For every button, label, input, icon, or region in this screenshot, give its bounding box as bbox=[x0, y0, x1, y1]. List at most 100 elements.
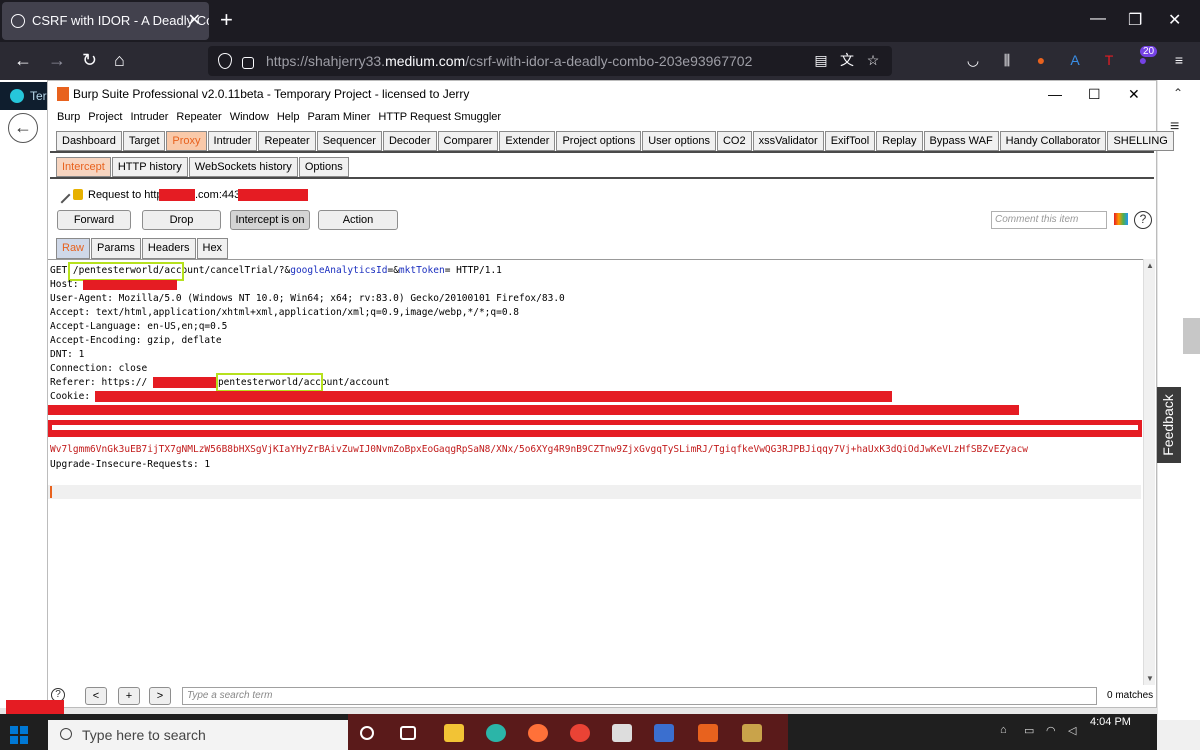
scroll-down-icon[interactable]: ▼ bbox=[1146, 674, 1154, 683]
extension-t-icon[interactable]: T bbox=[1100, 51, 1118, 69]
home-icon[interactable]: ⌂ bbox=[114, 50, 125, 70]
forward-arrow-icon[interactable]: → bbox=[48, 50, 66, 70]
tab-repeater[interactable]: Repeater bbox=[258, 131, 316, 151]
forward-button[interactable]: Forward bbox=[57, 210, 131, 230]
reader-view-icon[interactable]: ▤ bbox=[812, 51, 830, 69]
translate-icon[interactable]: 文 bbox=[838, 51, 856, 69]
tab-http-history[interactable]: HTTP history bbox=[111, 157, 188, 177]
tab-exiftool[interactable]: ExifTool bbox=[824, 131, 876, 151]
taskbar-search[interactable]: Type here to search bbox=[48, 720, 348, 750]
tray-wifi-icon[interactable]: ◠ bbox=[1046, 724, 1056, 737]
browser-tab[interactable]: CSRF with IDOR - A Deadly Con ✕ bbox=[2, 2, 209, 40]
page-scrollbar-thumb[interactable] bbox=[1183, 318, 1200, 354]
chrome-icon[interactable] bbox=[570, 724, 590, 742]
burp-close-icon[interactable]: ✕ bbox=[1128, 81, 1140, 107]
url-bar[interactable]: https://shahjerry33.medium.com/csrf-with… bbox=[208, 46, 892, 76]
pencil-icon bbox=[53, 186, 71, 204]
tab-params[interactable]: Params bbox=[91, 238, 141, 259]
page-back-icon[interactable]: ← bbox=[8, 113, 38, 143]
tab-dashboard[interactable]: Dashboard bbox=[56, 131, 122, 151]
close-tab-icon[interactable]: ✕ bbox=[188, 2, 201, 40]
burp-maximize-icon[interactable]: ☐ bbox=[1088, 81, 1101, 107]
tab-options[interactable]: Options bbox=[298, 157, 349, 177]
tab-shelling[interactable]: SHELLING bbox=[1107, 131, 1174, 151]
editor-scrollbar[interactable]: ▲ ▼ bbox=[1143, 259, 1155, 685]
menu-hamburger-icon[interactable]: ≡ bbox=[1170, 51, 1188, 69]
library-icon[interactable]: ⫼ bbox=[998, 51, 1016, 69]
request-editor[interactable]: GET /pentesterworld/account/cancelTrial/… bbox=[48, 259, 1146, 685]
intercept-toggle-button[interactable]: Intercept is on bbox=[230, 210, 310, 230]
tab-headers[interactable]: Headers bbox=[141, 238, 196, 259]
search-input[interactable]: Type a search term bbox=[182, 687, 1097, 705]
extension-translate-icon[interactable]: A bbox=[1066, 51, 1084, 69]
menu-burp[interactable]: Burp bbox=[57, 107, 80, 127]
search-next-button[interactable]: > bbox=[149, 687, 171, 705]
chevron-up-icon[interactable]: ⌃ bbox=[1173, 86, 1183, 100]
tab-intercept[interactable]: Intercept bbox=[56, 157, 111, 177]
menu-intruder[interactable]: Intruder bbox=[131, 107, 169, 127]
cortana-icon[interactable] bbox=[360, 726, 374, 740]
action-button[interactable]: Action bbox=[318, 210, 398, 230]
tab-decoder[interactable]: Decoder bbox=[382, 131, 437, 151]
extension-fox-icon[interactable]: ● bbox=[1032, 51, 1050, 69]
tray-battery-icon[interactable]: ▭ bbox=[1024, 724, 1034, 737]
shield-icon[interactable] bbox=[218, 53, 232, 69]
tab-user-options[interactable]: User options bbox=[642, 131, 716, 151]
tab-co2[interactable]: CO2 bbox=[716, 131, 752, 151]
pocket-icon[interactable]: ◡ bbox=[964, 51, 982, 69]
menu-repeater[interactable]: Repeater bbox=[176, 107, 221, 127]
menu-http-request-smuggler[interactable]: HTTP Request Smuggler bbox=[378, 107, 501, 127]
minimize-icon[interactable]: — bbox=[1090, 10, 1106, 28]
menu-project[interactable]: Project bbox=[88, 107, 122, 127]
tab-handy-collaborator[interactable]: Handy Collaborator bbox=[999, 131, 1107, 151]
editor-cursor-line[interactable] bbox=[48, 485, 1141, 499]
comment-input[interactable]: Comment this item bbox=[991, 211, 1107, 229]
tab-target[interactable]: Target bbox=[122, 131, 166, 151]
burp-minimize-icon[interactable]: — bbox=[1048, 81, 1062, 107]
tray-network-icon[interactable]: ⌂ bbox=[1000, 724, 1007, 736]
restore-icon[interactable]: ❐ bbox=[1128, 10, 1142, 30]
tab-extender[interactable]: Extender bbox=[499, 131, 556, 151]
edge-icon[interactable] bbox=[486, 724, 506, 742]
menu-help[interactable]: Help bbox=[277, 107, 300, 127]
proxy-tab-bar: Intercept HTTP history WebSockets history O… bbox=[56, 157, 350, 177]
reload-icon[interactable]: ↻ bbox=[82, 50, 97, 70]
notepad-icon[interactable] bbox=[612, 724, 632, 742]
highlight-color-icon[interactable] bbox=[1114, 213, 1128, 225]
window-close-icon[interactable]: ✕ bbox=[1168, 10, 1181, 30]
feedback-button[interactable]: Feedback bbox=[1155, 387, 1181, 463]
redacted-host bbox=[159, 189, 195, 201]
windows-start-icon[interactable] bbox=[10, 726, 28, 744]
tab-raw[interactable]: Raw bbox=[56, 238, 91, 259]
firefox-icon[interactable] bbox=[528, 724, 548, 742]
page-scroll-corner bbox=[1157, 720, 1200, 750]
file-explorer-icon[interactable] bbox=[444, 724, 464, 742]
search-prev-button[interactable]: < bbox=[85, 687, 107, 705]
menu-window[interactable]: Window bbox=[230, 107, 269, 127]
help-icon[interactable]: ? bbox=[1134, 211, 1152, 229]
paint-icon[interactable] bbox=[742, 724, 762, 742]
burp-taskbar-icon[interactable] bbox=[698, 724, 718, 742]
tab-sequencer[interactable]: Sequencer bbox=[316, 131, 382, 151]
menu-param-miner[interactable]: Param Miner bbox=[307, 107, 370, 127]
drop-button[interactable]: Drop bbox=[142, 210, 221, 230]
tab-bypass-waf[interactable]: Bypass WAF bbox=[923, 131, 999, 151]
tab-proxy[interactable]: Proxy bbox=[166, 131, 207, 151]
task-view-icon[interactable] bbox=[400, 726, 416, 740]
tab-project-options[interactable]: Project options bbox=[556, 131, 642, 151]
back-arrow-icon[interactable]: ← bbox=[14, 50, 32, 70]
tab-websockets-history[interactable]: WebSockets history bbox=[188, 157, 298, 177]
search-add-button[interactable]: + bbox=[118, 687, 140, 705]
side-tab[interactable]: Ter bbox=[0, 82, 50, 110]
tab-xssvalidator[interactable]: xssValidator bbox=[752, 131, 824, 151]
scroll-up-icon[interactable]: ▲ bbox=[1146, 261, 1154, 270]
tab-intruder[interactable]: Intruder bbox=[207, 131, 258, 151]
tab-hex[interactable]: Hex bbox=[196, 238, 229, 259]
tab-comparer[interactable]: Comparer bbox=[437, 131, 499, 151]
tray-volume-icon[interactable]: ◁ bbox=[1068, 724, 1076, 737]
lock-icon[interactable] bbox=[242, 57, 254, 69]
new-tab-button[interactable]: + bbox=[220, 8, 233, 32]
tab-replay[interactable]: Replay bbox=[876, 131, 923, 151]
app-icon[interactable] bbox=[654, 724, 674, 742]
bookmark-star-icon[interactable]: ☆ bbox=[864, 51, 882, 69]
